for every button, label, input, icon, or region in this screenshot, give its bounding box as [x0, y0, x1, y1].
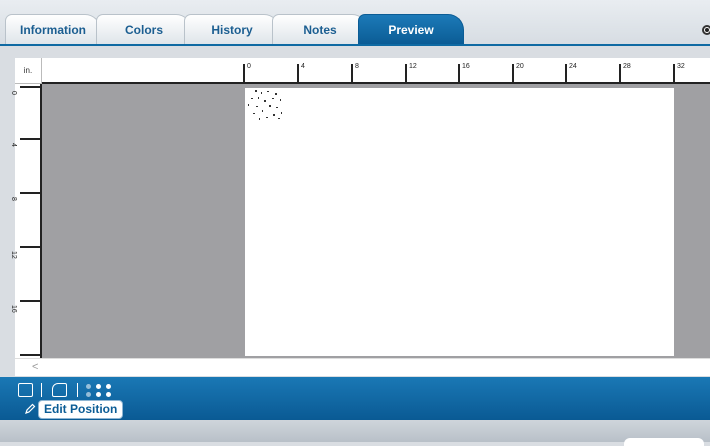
- ruler-tick: 0: [10, 86, 42, 95]
- ruler-tick: 0: [243, 63, 251, 84]
- tab-information[interactable]: Information: [5, 14, 101, 44]
- dots-menu-icon[interactable]: [86, 384, 116, 398]
- vertical-ruler: 0 4 8 12 16: [10, 84, 42, 358]
- ruler-tick: 28: [619, 63, 631, 84]
- tab-preview[interactable]: Preview: [358, 14, 464, 44]
- tab-notes[interactable]: Notes: [272, 14, 368, 44]
- horizontal-scrollbar[interactable]: <: [15, 358, 710, 376]
- artwork-image[interactable]: [245, 88, 291, 122]
- ruler-tick: [20, 354, 42, 356]
- ruler-tick: 20: [512, 63, 524, 84]
- footer-pill: [624, 438, 704, 446]
- ruler-tick: 16: [458, 63, 470, 84]
- crop-view-icon[interactable]: [52, 383, 67, 397]
- radio-icon[interactable]: [702, 25, 710, 35]
- ruler-tick: 24: [565, 63, 577, 84]
- toolbar-separator: [77, 383, 78, 397]
- footer-bar: [0, 420, 710, 446]
- ruler-tick: 16: [10, 300, 42, 313]
- artboard[interactable]: [245, 88, 674, 356]
- horizontal-ruler: 0 4 8 12 16 20 24 28 32: [42, 58, 710, 84]
- bottom-toolbar: Edit Position: [0, 377, 710, 420]
- ruler-tick: 12: [405, 63, 417, 84]
- tab-bar: Information Colors History Notes Preview: [0, 0, 710, 46]
- ruler-tick: 32: [673, 63, 685, 84]
- ruler-unit-label: in.: [15, 58, 42, 84]
- scroll-left-arrow[interactable]: <: [32, 361, 38, 373]
- preview-workspace: in. 0 4 8 12 16 20 24 28 32 0 4 8 12 16: [10, 58, 710, 376]
- toolbar-separator: [41, 383, 42, 397]
- ruler-tick: 4: [10, 138, 42, 147]
- ruler-tick: 4: [297, 63, 305, 84]
- tab-history[interactable]: History: [184, 14, 280, 44]
- image-view-icon[interactable]: [18, 383, 33, 397]
- edit-position-button[interactable]: Edit Position: [38, 400, 124, 419]
- ruler-tick: 8: [10, 192, 42, 201]
- tab-colors[interactable]: Colors: [96, 14, 192, 44]
- ruler-tick: 8: [351, 63, 359, 84]
- pencil-icon[interactable]: [24, 403, 36, 415]
- ruler-tick: 12: [10, 246, 42, 259]
- preview-canvas[interactable]: [42, 84, 710, 358]
